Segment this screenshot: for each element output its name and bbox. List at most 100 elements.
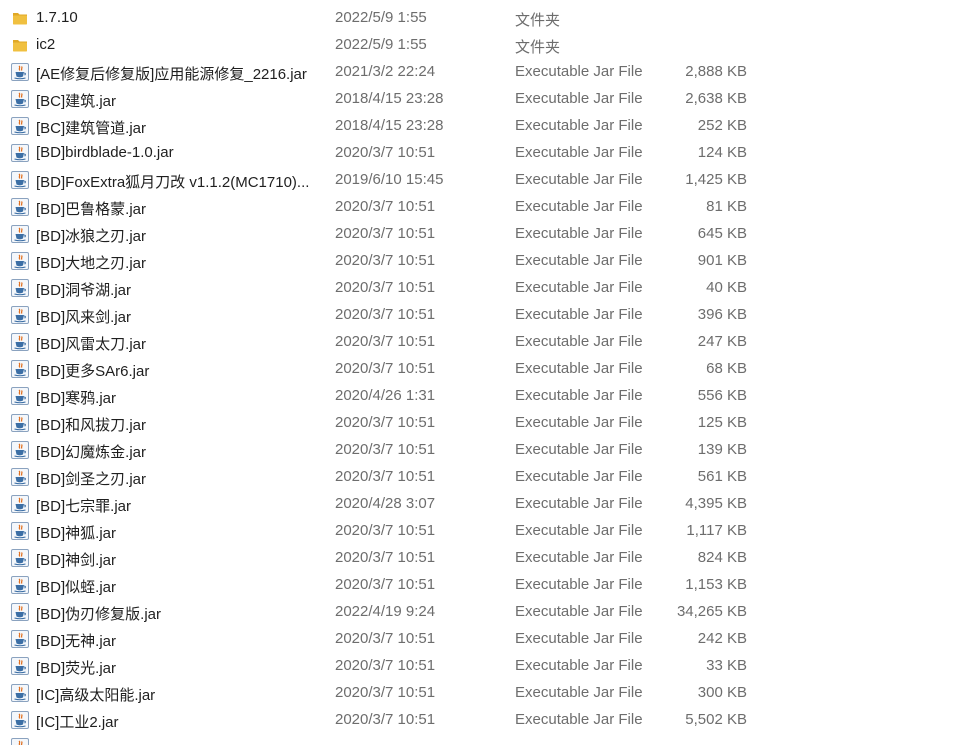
- java-jar-icon: [10, 359, 30, 379]
- file-type: Executable Jar File: [515, 576, 643, 593]
- file-name: [BD]似蛭.jar: [36, 579, 117, 596]
- file-row[interactable]: [BD]洞爷湖.jar 2020/3/7 10:51 Executable Jar …: [0, 274, 760, 301]
- java-jar-icon: [10, 602, 30, 622]
- file-name: [BC]建筑管道.jar: [36, 120, 147, 137]
- file-name: [IC]工业2.jar: [36, 714, 119, 731]
- modified-date: 2019/6/10 15:45: [335, 171, 444, 188]
- file-name: ic2: [36, 36, 56, 53]
- file-row[interactable]: [BD]巴鲁格蒙.jar 2020/3/7 10:51 Executable Jar…: [0, 193, 760, 220]
- file-row[interactable]: [BC]建筑.jar 2018/4/15 23:28 Executable Jar …: [0, 85, 760, 112]
- file-size: 252 KB: [697, 117, 747, 134]
- java-jar-icon: [10, 224, 30, 244]
- file-row[interactable]: [BD]神剑.jar 2020/3/7 10:51 Executable Jar F…: [0, 544, 760, 571]
- java-jar-icon: [10, 656, 30, 676]
- modified-date: 2020/3/7 10:51: [335, 225, 436, 242]
- file-size: 2,638 KB: [685, 90, 747, 107]
- modified-date: 2020/3/7 10:51: [335, 198, 436, 215]
- java-jar-icon: [10, 143, 30, 163]
- java-jar-icon: [10, 629, 30, 649]
- file-row[interactable]: [BD]风来剑.jar 2020/3/7 10:51 Executable Jar …: [0, 301, 760, 328]
- file-name: 1.7.10: [36, 9, 78, 26]
- file-row[interactable]: [BD]幻魔炼金.jar 2020/3/7 10:51 Executable Jar…: [0, 436, 760, 463]
- file-row[interactable]: [BD]大地之刃.jar 2020/3/7 10:51 Executable Jar…: [0, 247, 760, 274]
- file-size: 645 KB: [697, 225, 747, 242]
- file-name: [BD]荧光.jar: [36, 660, 117, 677]
- file-type: Executable Jar File: [515, 387, 643, 404]
- java-jar-icon: [10, 305, 30, 325]
- file-size: 124 KB: [697, 144, 747, 161]
- file-row[interactable]: [BD]和风拔刀.jar 2020/3/7 10:51 Executable Jar…: [0, 409, 760, 436]
- file-name: [BD]和风拔刀.jar: [36, 417, 147, 434]
- file-row[interactable]: [BD]冰狼之刃.jar 2020/3/7 10:51 Executable Jar…: [0, 220, 760, 247]
- file-row[interactable]: [BD]伪刃修复版.jar 2022/4/19 9:24 Executable Ja…: [0, 598, 760, 625]
- file-name: [BD]神狐.jar: [36, 525, 117, 542]
- modified-date: 2020/3/7 10:51: [335, 252, 436, 269]
- modified-date: 2020/3/7 10:51: [335, 549, 436, 566]
- file-type: Executable Jar File: [515, 414, 643, 431]
- java-jar-icon: [10, 467, 30, 487]
- file-row[interactable]: [BD]荧光.jar 2020/3/7 10:51 Executable Jar F…: [0, 652, 760, 679]
- file-type: Executable Jar File: [515, 63, 643, 80]
- modified-date: 2020/3/7 10:51: [335, 279, 436, 296]
- java-jar-icon: [10, 710, 30, 730]
- file-size: 247 KB: [697, 333, 747, 350]
- file-name: [BD]无神.jar: [36, 633, 117, 650]
- file-row[interactable]: [BC]建筑管道.jar 2018/4/15 23:28 Executable Ja…: [0, 112, 760, 139]
- file-type: Executable Jar File: [515, 333, 643, 350]
- file-name: [BD]剑圣之刃.jar: [36, 471, 147, 488]
- file-name: [BD]风雷太刀.jar: [36, 336, 147, 353]
- folder-icon: [10, 35, 30, 55]
- file-size: 300 KB: [697, 684, 747, 701]
- java-jar-icon: [10, 440, 30, 460]
- modified-date: 2020/3/7 10:51: [335, 522, 436, 539]
- file-type: Executable Jar File: [515, 360, 643, 377]
- file-row[interactable]: [0, 733, 760, 745]
- file-type: Executable Jar File: [515, 549, 643, 566]
- java-jar-icon: [10, 170, 30, 190]
- modified-date: 2018/4/15 23:28: [335, 117, 444, 134]
- file-row[interactable]: [BD]birdblade-1.0.jar 2020/3/7 10:51 Execu…: [0, 139, 760, 166]
- file-type: 文件夹: [515, 12, 561, 29]
- file-type: Executable Jar File: [515, 522, 643, 539]
- file-type: Executable Jar File: [515, 171, 643, 188]
- file-row[interactable]: [AE修复后修复版]应用能源修复_2216.jar 2021/3/2 22:24 E…: [0, 58, 760, 85]
- file-row[interactable]: [BD]更多SAr6.jar 2020/3/7 10:51 Executable J…: [0, 355, 760, 382]
- file-row[interactable]: [BD]FoxExtra狐月刀改 v1.1.2(MC1710)... 2019/6…: [0, 166, 760, 193]
- modified-date: 2022/4/19 9:24: [335, 603, 436, 620]
- file-size: 561 KB: [697, 468, 747, 485]
- java-jar-icon: [10, 548, 30, 568]
- java-jar-icon: [10, 737, 30, 745]
- java-jar-icon: [10, 116, 30, 136]
- java-jar-icon: [10, 251, 30, 271]
- file-size: 901 KB: [697, 252, 747, 269]
- file-row[interactable]: [BD]无神.jar 2020/3/7 10:51 Executable Jar F…: [0, 625, 760, 652]
- folder-row[interactable]: ic2 2022/5/9 1:55 文件夹: [0, 31, 760, 58]
- file-type: Executable Jar File: [515, 630, 643, 647]
- file-name: [BC]建筑.jar: [36, 93, 117, 110]
- java-jar-icon: [10, 683, 30, 703]
- file-row[interactable]: [BD]风雷太刀.jar 2020/3/7 10:51 Executable Jar…: [0, 328, 760, 355]
- java-jar-icon: [10, 575, 30, 595]
- java-jar-icon: [10, 494, 30, 514]
- modified-date: 2020/3/7 10:51: [335, 333, 436, 350]
- file-row[interactable]: [IC]工业2.jar 2020/3/7 10:51 Executable Jar …: [0, 706, 760, 733]
- file-type: Executable Jar File: [515, 495, 643, 512]
- folder-icon: [10, 8, 30, 28]
- file-size: 33 KB: [706, 657, 747, 674]
- file-row[interactable]: [BD]神狐.jar 2020/3/7 10:51 Executable Jar F…: [0, 517, 760, 544]
- file-row[interactable]: [BD]似蛭.jar 2020/3/7 10:51 Executable Jar F…: [0, 571, 760, 598]
- modified-date: 2022/5/9 1:55: [335, 9, 427, 26]
- modified-date: 2020/3/7 10:51: [335, 144, 436, 161]
- file-type: 文件夹: [515, 39, 561, 56]
- file-row[interactable]: [BD]七宗罪.jar 2020/4/28 3:07 Executable Jar …: [0, 490, 760, 517]
- java-jar-icon: [10, 413, 30, 433]
- folder-row[interactable]: 1.7.10 2022/5/9 1:55 文件夹: [0, 4, 760, 31]
- file-size: 556 KB: [697, 387, 747, 404]
- file-row[interactable]: [IC]高级太阳能.jar 2020/3/7 10:51 Executable Ja…: [0, 679, 760, 706]
- file-type: Executable Jar File: [515, 684, 643, 701]
- file-size: 2,888 KB: [685, 63, 747, 80]
- file-name: [BD]更多SAr6.jar: [36, 363, 150, 380]
- file-row[interactable]: [BD]寒鸦.jar 2020/4/26 1:31 Executable Jar F…: [0, 382, 760, 409]
- file-size: 40 KB: [706, 279, 747, 296]
- file-row[interactable]: [BD]剑圣之刃.jar 2020/3/7 10:51 Executable Jar…: [0, 463, 760, 490]
